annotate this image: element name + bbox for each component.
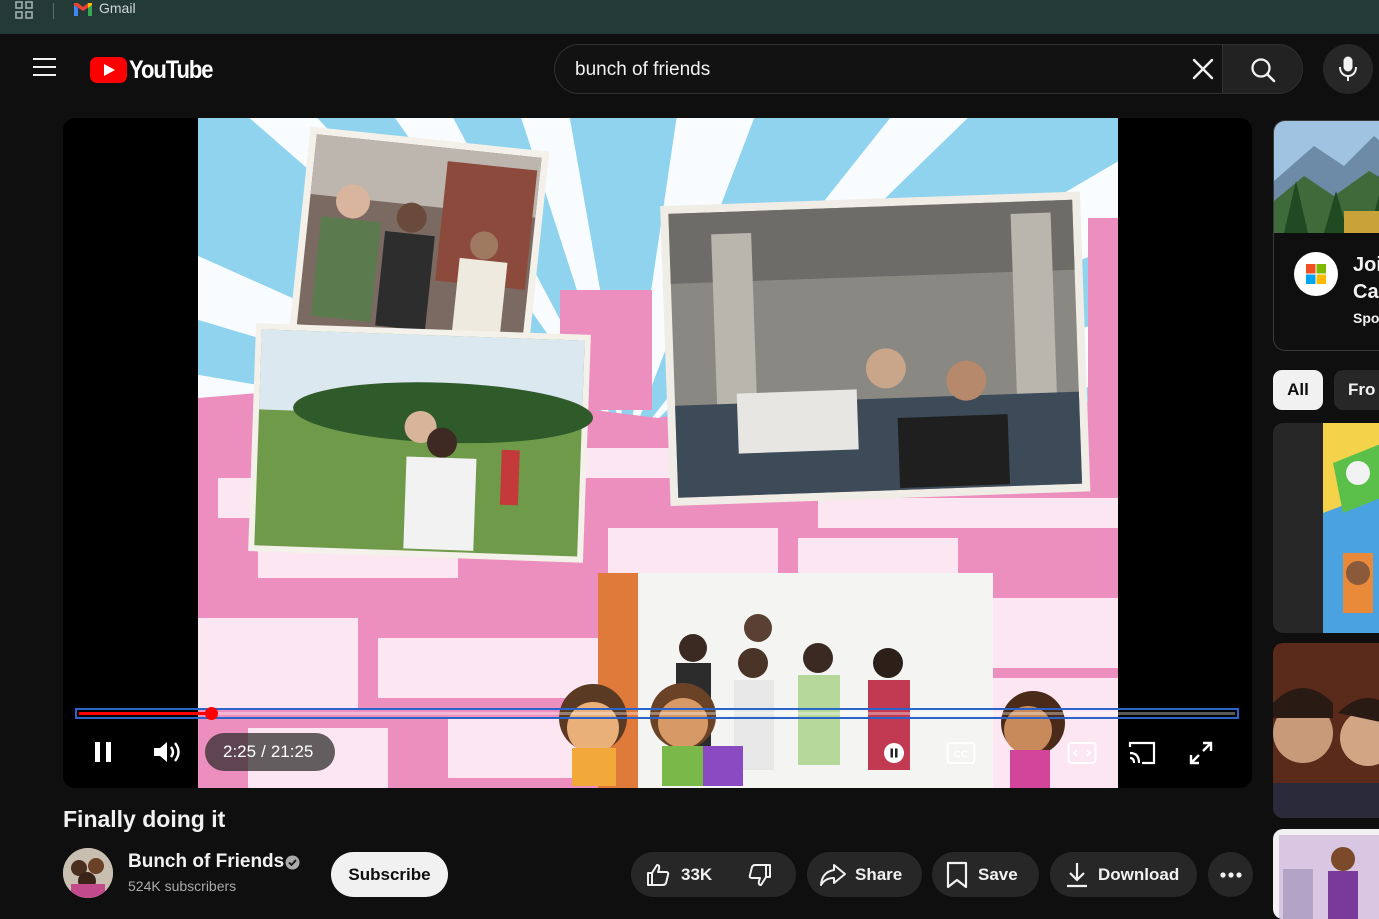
- theater-mode-icon[interactable]: [1067, 741, 1097, 765]
- share-button[interactable]: Share: [807, 852, 922, 897]
- bookmarks-bar: Gmail: [0, 0, 1379, 34]
- share-label: Share: [855, 864, 903, 884]
- hamburger-menu-icon[interactable]: [33, 58, 57, 80]
- microsoft-logo-icon: [1294, 252, 1338, 296]
- search-input[interactable]: [573, 45, 1167, 95]
- clear-search-icon[interactable]: [1190, 56, 1216, 82]
- ad-title-line2[interactable]: Ca: [1353, 281, 1379, 304]
- like-count: 33K: [681, 864, 713, 884]
- logo-text: YouTube: [129, 55, 214, 84]
- progress-bar[interactable]: [75, 707, 1239, 720]
- subscriber-count: 524K subscribers: [128, 878, 237, 894]
- download-label: Download: [1098, 864, 1180, 884]
- channel-name[interactable]: Bunch of Friends: [128, 851, 284, 873]
- search-icon: [1251, 58, 1276, 83]
- thumbs-up-icon: [647, 863, 670, 886]
- search-box: [554, 44, 1222, 95]
- ad-sponsored-label: Spo: [1353, 310, 1379, 326]
- download-icon: [1067, 862, 1087, 887]
- more-actions-button[interactable]: [1208, 852, 1253, 897]
- save-label: Save: [978, 864, 1018, 884]
- verified-badge-icon: [285, 855, 300, 870]
- download-button[interactable]: Download: [1050, 852, 1197, 897]
- fullscreen-icon[interactable]: [1188, 740, 1214, 766]
- progress-scrubber[interactable]: [205, 707, 218, 720]
- gmail-icon[interactable]: [74, 3, 92, 16]
- current-time: 2:25: [223, 742, 257, 761]
- youtube-play-icon: [90, 57, 127, 83]
- share-icon: [820, 863, 846, 886]
- volume-icon[interactable]: [152, 738, 184, 766]
- captions-icon[interactable]: CC: [946, 741, 976, 765]
- recommended-video-thumbnail[interactable]: [1273, 643, 1379, 818]
- recommended-video-thumbnail[interactable]: [1273, 423, 1379, 633]
- video-frame[interactable]: [198, 118, 1118, 788]
- chip-from-channel[interactable]: Fro: [1334, 370, 1379, 410]
- voice-search-button[interactable]: [1323, 44, 1373, 94]
- subscribe-button[interactable]: Subscribe: [331, 852, 448, 897]
- ad-thumbnail[interactable]: [1274, 121, 1379, 233]
- progress-played: [79, 712, 211, 715]
- svg-text:CC: CC: [954, 750, 968, 761]
- video-title: Finally doing it: [63, 806, 226, 832]
- chip-all[interactable]: All: [1273, 370, 1323, 410]
- dislike-button[interactable]: [731, 852, 796, 897]
- video-player[interactable]: 2:25/21:25 CC: [63, 118, 1252, 788]
- ad-title-line1[interactable]: Joi: [1353, 254, 1379, 277]
- search-button[interactable]: [1222, 44, 1303, 94]
- thumbs-down-icon: [748, 863, 771, 886]
- gmail-bookmark-label[interactable]: Gmail: [99, 0, 136, 17]
- progress-track: [79, 712, 1235, 715]
- microphone-icon: [1339, 56, 1357, 81]
- recommended-video-thumbnail[interactable]: [1273, 829, 1379, 919]
- duration: 21:25: [270, 742, 314, 761]
- like-button[interactable]: 33K: [631, 852, 731, 897]
- apps-grid-icon[interactable]: [14, 1, 34, 19]
- channel-avatar[interactable]: [63, 848, 113, 898]
- autoplay-toggle-icon[interactable]: [883, 742, 905, 764]
- youtube-logo[interactable]: YouTube: [90, 55, 224, 85]
- bookmark-divider: [53, 3, 54, 19]
- cast-icon[interactable]: [1127, 740, 1157, 766]
- save-button[interactable]: Save: [932, 852, 1039, 897]
- pause-icon[interactable]: [91, 740, 115, 764]
- time-display: 2:25/21:25: [205, 733, 335, 771]
- bookmark-icon: [946, 861, 968, 888]
- more-horizontal-icon: [1219, 871, 1242, 878]
